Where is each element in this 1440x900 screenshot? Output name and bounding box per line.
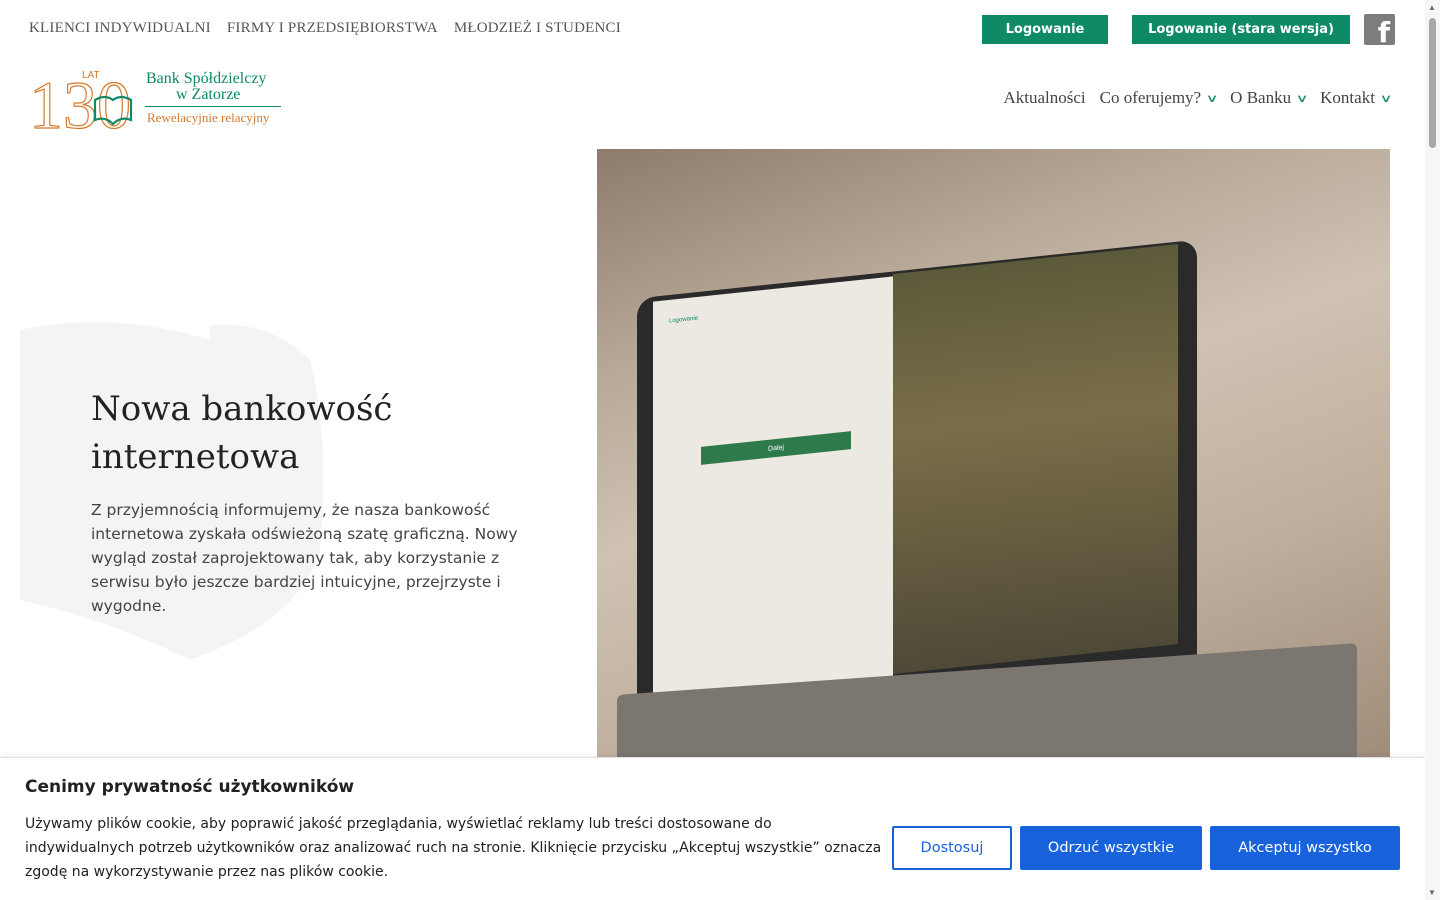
chevron-down-icon: ∨: [1205, 92, 1219, 105]
main-nav: Aktualności Co oferujemy? ∨ O Banku ∨ Kont…: [1003, 88, 1393, 108]
nav-news-label: Aktualności: [1003, 88, 1086, 107]
nav-contact-label: Kontakt: [1320, 88, 1375, 107]
chevron-down-icon: ∨: [1295, 92, 1309, 105]
scroll-up-icon[interactable]: ▲: [1428, 3, 1436, 12]
top-nav: KLIENCI INDYWIDUALNI FIRMY I PRZEDSIĘBIO…: [29, 20, 621, 37]
login-button[interactable]: Logowanie: [982, 15, 1108, 44]
scrollbar[interactable]: ▲ ▼: [1425, 0, 1440, 900]
cookie-text: Używamy plików cookie, aby poprawić jako…: [25, 816, 882, 880]
top-nav-youth[interactable]: MŁODZIEŻ I STUDENCI: [454, 20, 621, 37]
top-nav-business[interactable]: FIRMY I PRZEDSIĘBIORSTWA: [227, 20, 438, 37]
cookie-reject-button[interactable]: Odrzuć wszystkie: [1020, 826, 1202, 870]
facebook-icon[interactable]: f: [1364, 14, 1395, 47]
scroll-down-icon[interactable]: ▼: [1428, 888, 1436, 897]
laptop-screen-login: [653, 276, 893, 702]
scroll-thumb[interactable]: [1429, 18, 1436, 148]
nav-about-label: O Banku: [1230, 88, 1292, 107]
hero-title: Nowa bankowość internetowa: [91, 389, 393, 477]
laptop-screen-photo: [893, 244, 1178, 674]
nav-news[interactable]: Aktualności: [1003, 88, 1085, 108]
nav-about[interactable]: O Banku ∨: [1230, 88, 1309, 108]
nav-offer[interactable]: Co oferujemy? ∨: [1099, 88, 1219, 108]
chevron-down-icon: ∨: [1379, 92, 1393, 105]
hero-image: Logowanie Dalej: [597, 149, 1390, 769]
top-nav-individual[interactable]: KLIENCI INDYWIDUALNI: [29, 20, 211, 37]
logo-lat: LAT: [82, 70, 100, 81]
cookie-accept-button[interactable]: Akceptuj wszystko: [1210, 826, 1400, 870]
logo-divider: [145, 106, 281, 107]
cookie-banner: Cenimy prywatność użytkowników Używamy p…: [0, 757, 1425, 900]
cookie-title: Cenimy prywatność użytkowników: [25, 777, 355, 797]
logo-name-line2: w Zatorze: [176, 86, 241, 103]
hero-text: Z przyjemnością informujemy, że nasza ba…: [91, 501, 518, 615]
nav-offer-label: Co oferujemy?: [1099, 88, 1202, 107]
logo-tagline: Rewelacyjnie relacyjny: [147, 110, 270, 125]
nav-contact[interactable]: Kontakt ∨: [1320, 88, 1393, 108]
cookie-customize-button[interactable]: Dostosuj: [892, 826, 1012, 870]
login-old-button[interactable]: Logowanie (stara wersja): [1132, 15, 1350, 44]
